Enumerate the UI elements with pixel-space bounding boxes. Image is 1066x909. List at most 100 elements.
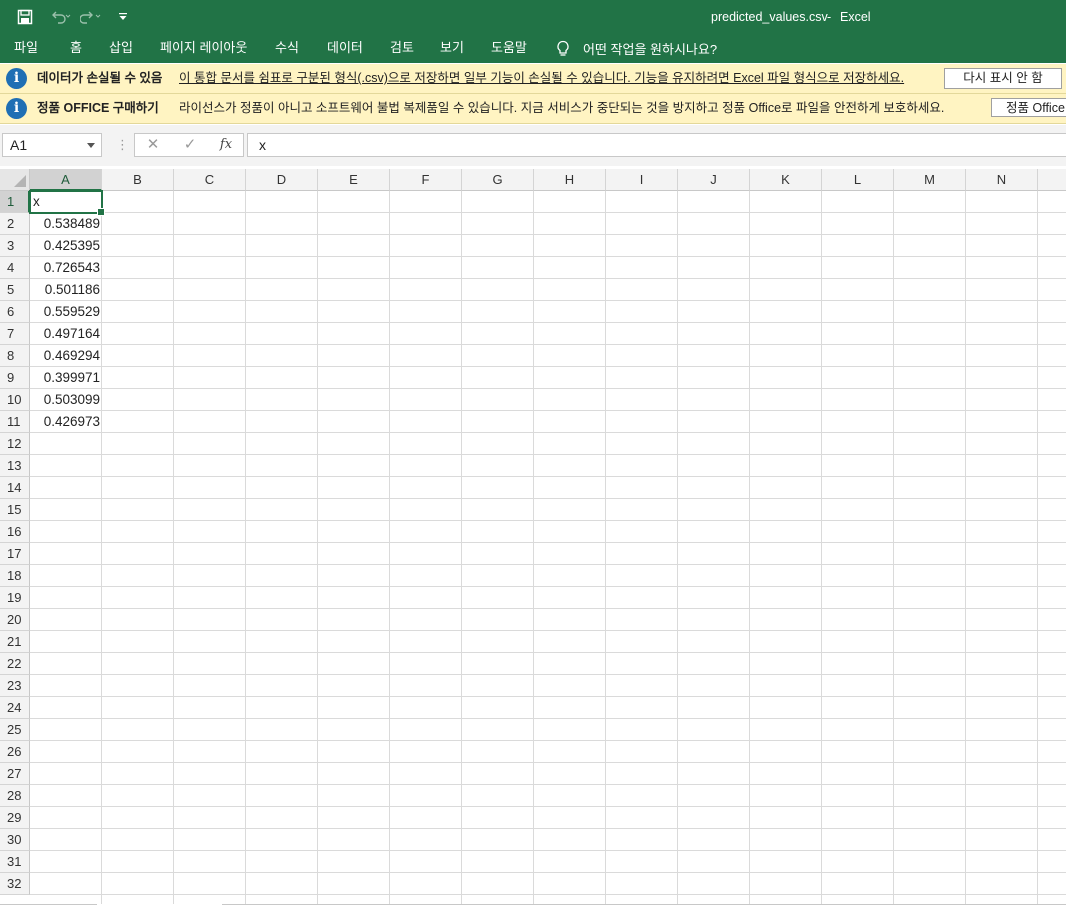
cell-a6[interactable]: 0.559529 [30, 301, 100, 323]
cell-a10[interactable]: 0.503099 [30, 389, 100, 411]
cell-a11[interactable]: 0.426973 [30, 411, 100, 433]
cell-a8[interactable]: 0.469294 [30, 345, 100, 367]
column-header-l[interactable]: L [822, 169, 894, 191]
undo-icon[interactable] [50, 6, 72, 28]
column-header-partial[interactable] [1038, 169, 1066, 191]
column-header-i[interactable]: I [606, 169, 678, 191]
dont-show-again-button[interactable]: 다시 표시 안 함 [944, 68, 1062, 89]
select-all-button[interactable] [0, 169, 30, 191]
column-header-a[interactable]: A [30, 169, 102, 191]
formula-bar: A1 ⋮ ✕ ✓ fx x [0, 125, 1066, 166]
tab-help[interactable]: 도움말 [491, 34, 527, 63]
customize-qat-icon[interactable] [112, 6, 134, 28]
row-header-14[interactable]: 14 [0, 477, 30, 499]
info-icon: i [6, 68, 27, 89]
enter-icon[interactable]: ✓ [178, 134, 202, 156]
tab-view[interactable]: 보기 [440, 34, 464, 63]
row-header-7[interactable]: 7 [0, 323, 30, 345]
column-header-g[interactable]: G [462, 169, 534, 191]
genuine-office-button[interactable]: 정품 Office [991, 98, 1066, 117]
formula-input[interactable]: x [247, 133, 1066, 157]
row-header-13[interactable]: 13 [0, 455, 30, 477]
fill-handle[interactable] [97, 208, 105, 216]
tab-review[interactable]: 검토 [390, 34, 414, 63]
column-header-d[interactable]: D [246, 169, 318, 191]
row-header-4[interactable]: 4 [0, 257, 30, 279]
tell-me-box[interactable]: 어떤 작업을 원하시나요? [556, 34, 717, 63]
tab-home[interactable]: 홈 [70, 34, 82, 63]
row-header-1[interactable]: 1 [0, 191, 30, 213]
window-title-separator: - [827, 10, 832, 24]
row-header-9[interactable]: 9 [0, 367, 30, 389]
name-box-value: A1 [10, 137, 28, 153]
cell-a2[interactable]: 0.538489 [30, 213, 100, 235]
row-header-26[interactable]: 26 [0, 741, 30, 763]
row-header-17[interactable]: 17 [0, 543, 30, 565]
row-header-23[interactable]: 23 [0, 675, 30, 697]
tab-page-layout[interactable]: 페이지 레이아웃 [160, 34, 247, 63]
row-header-5[interactable]: 5 [0, 279, 30, 301]
row-header-28[interactable]: 28 [0, 785, 30, 807]
row-header-10[interactable]: 10 [0, 389, 30, 411]
row-header-8[interactable]: 8 [0, 345, 30, 367]
cell-a3[interactable]: 0.425395 [30, 235, 100, 257]
tab-data[interactable]: 데이터 [327, 34, 363, 63]
more-options-icon[interactable]: ⋮ [116, 137, 129, 153]
column-header-m[interactable]: M [894, 169, 966, 191]
worksheet-grid: ABCDEFGHIJKLMN 1 2 3 4 5 6 7 8 9 10 11 12 13 14 15 16 17… [0, 169, 1066, 909]
row-header-16[interactable]: 16 [0, 521, 30, 543]
row-header-12[interactable]: 12 [0, 433, 30, 455]
column-header-h[interactable]: H [534, 169, 606, 191]
column-header-b[interactable]: B [102, 169, 174, 191]
row-header-32[interactable]: 32 [0, 873, 30, 895]
cell-area[interactable]: x 0.538489 0.425395 0.726543 0.501186 0.55952… [29, 190, 1066, 909]
lightbulb-icon [557, 40, 569, 56]
tab-insert[interactable]: 삽입 [109, 34, 133, 63]
column-header-e[interactable]: E [318, 169, 390, 191]
row-header-25[interactable]: 25 [0, 719, 30, 741]
name-box[interactable]: A1 [2, 133, 102, 157]
window-app-name: Excel [840, 10, 871, 24]
column-header-n[interactable]: N [966, 169, 1038, 191]
row-header-30[interactable]: 30 [0, 829, 30, 851]
cell-a7[interactable]: 0.497164 [30, 323, 100, 345]
cell-a9[interactable]: 0.399971 [30, 367, 100, 389]
column-header-f[interactable]: F [390, 169, 462, 191]
row-header-20[interactable]: 20 [0, 609, 30, 631]
tab-formulas[interactable]: 수식 [275, 34, 299, 63]
row-header-31[interactable]: 31 [0, 851, 30, 873]
cancel-icon[interactable]: ✕ [141, 134, 165, 156]
column-header-c[interactable]: C [174, 169, 246, 191]
genuine-office-message-bar: i 정품 OFFICE 구매하기 라이선스가 정품이 아니고 소프트웨어 불법 … [0, 94, 1066, 124]
row-header-2[interactable]: 2 [0, 213, 30, 235]
data-loss-message[interactable]: 이 통합 문서를 쉼표로 구분된 형식(.csv)으로 저장하면 일부 기능이 … [179, 64, 904, 93]
title-bar: predicted_values.csv - Excel [0, 0, 1066, 34]
column-header-j[interactable]: J [678, 169, 750, 191]
row-header-19[interactable]: 19 [0, 587, 30, 609]
active-cell-selection[interactable] [29, 190, 105, 216]
horizontal-scrollbar[interactable] [0, 904, 1066, 909]
chevron-down-icon[interactable] [87, 143, 95, 148]
row-header-27[interactable]: 27 [0, 763, 30, 785]
row-header-6[interactable]: 6 [0, 301, 30, 323]
quick-access-toolbar [0, 0, 134, 34]
row-header-24[interactable]: 24 [0, 697, 30, 719]
save-icon[interactable] [14, 6, 36, 28]
row-header-18[interactable]: 18 [0, 565, 30, 587]
row-header-15[interactable]: 15 [0, 499, 30, 521]
redo-icon[interactable] [80, 6, 102, 28]
formula-content: x [259, 137, 266, 153]
cell-a5[interactable]: 0.501186 [30, 279, 100, 301]
row-header-29[interactable]: 29 [0, 807, 30, 829]
genuine-office-title: 정품 OFFICE 구매하기 [37, 101, 159, 115]
tab-file[interactable]: 파일 [14, 34, 38, 63]
row-header-21[interactable]: 21 [0, 631, 30, 653]
column-header-k[interactable]: K [750, 169, 822, 191]
row-header-11[interactable]: 11 [0, 411, 30, 433]
cell-a4[interactable]: 0.726543 [30, 257, 100, 279]
data-loss-title: 데이터가 손실될 수 있음 [37, 71, 163, 85]
row-header-3[interactable]: 3 [0, 235, 30, 257]
row-header-22[interactable]: 22 [0, 653, 30, 675]
insert-function-button[interactable]: fx [214, 134, 238, 156]
info-icon: i [6, 98, 27, 119]
